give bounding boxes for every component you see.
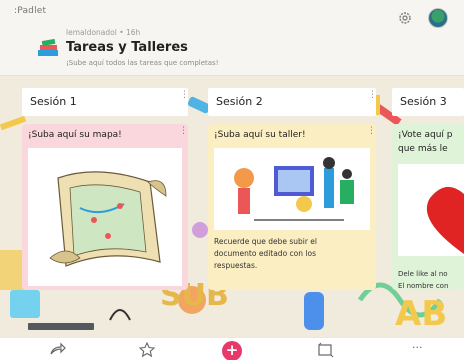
post-body-line: documento editado con los (214, 249, 316, 258)
chevron-right-icon[interactable]: › (174, 41, 178, 54)
board-title[interactable]: Tareas y Talleres (66, 40, 188, 55)
board-description: ¡Sube aquí todos las tareas que completa… (66, 59, 219, 67)
post-card-mapa[interactable]: ¡Suba aquí su mapa! ⋮ (22, 124, 188, 290)
section-menu-icon[interactable]: ⋮ (180, 91, 189, 100)
more-icon[interactable]: ··· (412, 341, 423, 354)
board-author-meta: lemaldonadol • 16h (66, 28, 141, 37)
post-title: ¡Suba aquí su mapa! (28, 130, 122, 140)
padlet-logo[interactable]: :Padlet (14, 6, 46, 16)
workshop-illustration[interactable] (214, 148, 370, 230)
post-menu-icon[interactable]: ⋮ (179, 127, 188, 136)
section-label: Sesión 1 (30, 95, 77, 108)
post-title-line: que más le (398, 144, 448, 154)
post-title-line: ¡Vote aquí p (398, 130, 453, 140)
section-label: Sesión 2 (216, 95, 263, 108)
section-menu-icon[interactable]: ⋮ (368, 91, 377, 100)
map-scroll-image[interactable] (28, 148, 182, 286)
share-icon[interactable] (48, 341, 66, 359)
post-title: ¡Suba aquí su taller! (214, 130, 306, 140)
post-body-line: Recuerde que debe subir el (214, 237, 318, 246)
books-icon (38, 38, 58, 56)
star-icon[interactable] (138, 341, 156, 359)
settings-icon[interactable] (397, 10, 413, 26)
post-body-line: respuestas. (214, 261, 258, 270)
board-header: :Padlet lemaldonadol • 16h Tareas y Tall… (0, 0, 464, 76)
post-card-taller[interactable]: ¡Suba aquí su taller! ⋮ Recuerde que deb… (208, 124, 376, 290)
post-menu-icon[interactable]: ⋮ (367, 127, 376, 136)
section-sesion-3[interactable]: Sesión 3 (392, 88, 464, 116)
horizontal-scrollbar[interactable] (28, 323, 94, 330)
svg-text:AB: AB (395, 294, 447, 334)
slideshow-icon[interactable] (316, 341, 334, 359)
post-footer-line: El nombre con (398, 282, 449, 290)
section-sesion-2[interactable]: Sesión 2 ⋮ (208, 88, 377, 116)
post-card-vote[interactable]: ¡Vote aquí p que más le Dele like al no … (392, 124, 464, 290)
section-sesion-1[interactable]: Sesión 1 ⋮ (22, 88, 189, 116)
post-footer-line: Dele like al no (398, 270, 448, 278)
add-post-button[interactable]: + (222, 341, 242, 360)
bottom-toolbar: + ··· (0, 337, 464, 360)
heart-image[interactable] (398, 164, 464, 256)
avatar[interactable] (428, 8, 448, 28)
section-label: Sesión 3 (400, 95, 447, 108)
